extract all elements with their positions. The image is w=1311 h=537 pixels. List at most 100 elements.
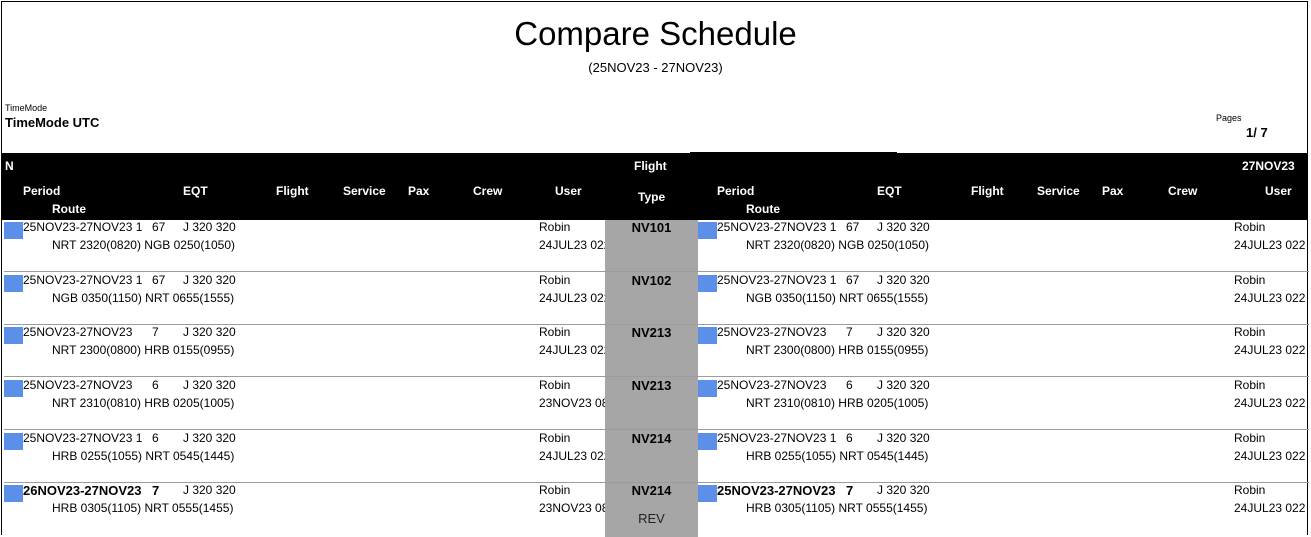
report-date-range: (25NOV23 - 27NOV23) [588,60,723,75]
flight-number: NV101 [631,220,672,235]
eqt-cell: J 320 320 [183,325,236,339]
route-cell: NGB 0350(1150) NRT 0655(1555) [52,291,235,305]
row-separator [4,376,1309,377]
header-route-left: Route [52,202,86,216]
header-crew-left: Crew [473,184,503,198]
user-cell: Robin [1234,325,1266,339]
flight-number: NV214 [631,483,672,498]
eqt-cell: J 320 320 [877,431,930,445]
eqt-cell: J 320 320 [183,273,236,287]
row-marker[interactable] [698,380,717,397]
header-period-right: Period [717,184,755,198]
eqt-cell: J 320 320 [183,431,236,445]
user-date-cell: 24JUL23 022 [539,343,605,357]
table-row[interactable]: 26NOV23-27NOV23 7 J 320 320 HRB 0305(110… [0,483,1311,536]
row-marker[interactable] [4,327,23,344]
row-separator [4,271,1309,272]
period-cell: 25NOV23-27NOV23 1 [23,220,143,234]
frequency-cell: 67 [846,273,860,287]
route-cell: HRB 0305(1105) NRT 0555(1455) [52,501,234,515]
period-cell: 26NOV23-27NOV23 [23,483,142,498]
route-cell: NRT 2300(0800) HRB 0155(0955) [746,343,929,357]
eqt-cell: J 320 320 [183,220,236,234]
user-cell: Robin [1234,378,1266,392]
user-cell: Robin [539,378,571,392]
table-row[interactable]: 25NOV23-27NOV23 1 6 J 320 320 HRB 0255(1… [0,431,1311,484]
period-cell: 25NOV23-27NOV23 [717,483,836,498]
eqt-cell: J 320 320 [877,483,930,497]
header-flight: Flight [634,159,667,173]
flight-number: NV102 [631,273,672,288]
header-route-right: Route [746,202,780,216]
user-cell: Robin [1234,431,1266,445]
period-cell: 25NOV23-27NOV23 [23,325,133,339]
user-date-cell: 24JUL23 022 [539,238,605,252]
header-pax-left: Pax [408,184,430,198]
header-period-left: Period [23,184,61,198]
eqt-cell: J 320 320 [183,483,236,497]
eqt-cell: J 320 320 [877,273,930,287]
frequency-cell: 7 [152,325,159,339]
row-marker[interactable] [4,275,23,292]
pages-label: Pages [1216,113,1242,123]
period-cell: 25NOV23-27NOV23 1 [717,273,837,287]
row-marker[interactable] [698,327,717,344]
header-flight-right: Flight [971,184,1004,198]
row-marker[interactable] [4,485,23,502]
user-date-cell: 24JUL23 022 [1234,501,1306,515]
frequency-cell: 6 [152,431,159,445]
timemode-caption: TimeMode [5,103,48,113]
route-cell: NRT 2310(0810) HRB 0205(1005) [52,396,235,410]
user-cell: Robin [539,483,571,497]
user-date-cell: 24JUL23 022 [1234,449,1306,463]
period-cell: 25NOV23-27NOV23 1 [717,220,837,234]
table-row[interactable]: 25NOV23-27NOV23 7 J 320 320 NRT 2300(080… [0,325,1311,378]
column-header-bar: N Flight 27NOV23 Type Period EQT Flight … [2,153,1308,220]
period-cell: 25NOV23-27NOV23 [717,378,827,392]
route-cell: HRB 0255(1055) NRT 0545(1445) [746,449,929,463]
row-marker[interactable] [4,433,23,450]
period-cell: 25NOV23-27NOV23 1 [23,273,143,287]
frequency-cell: 67 [846,220,860,234]
header-crew-right: Crew [1168,184,1198,198]
header-eqt-left: EQT [183,184,208,198]
frequency-cell: 6 [846,431,853,445]
header-pax-right: Pax [1102,184,1124,198]
row-marker[interactable] [698,485,717,502]
user-date-cell: 23NOV23 08 [539,501,605,515]
table-row[interactable]: 25NOV23-27NOV23 1 67 J 320 320 NRT 2320(… [0,220,1311,273]
user-date-cell: 24JUL23 022 [1234,238,1306,252]
user-cell: Robin [1234,220,1266,234]
route-cell: NRT 2300(0800) HRB 0155(0955) [52,343,235,357]
route-cell: NGB 0350(1150) NRT 0655(1555) [746,291,929,305]
header-eqt-right: EQT [877,184,902,198]
user-date-cell: 24JUL23 022 [1234,343,1306,357]
timemode-value: TimeMode UTC [5,115,100,130]
pages-value: 1/ 7 [1246,125,1268,140]
header-date: 27NOV23 [1242,159,1295,173]
row-marker[interactable] [4,380,23,397]
frequency-cell: 6 [846,378,853,392]
user-cell: Robin [1234,483,1266,497]
change-type: REV [638,511,665,526]
period-cell: 25NOV23-27NOV23 1 [23,431,143,445]
route-cell: NRT 2310(0810) HRB 0205(1005) [746,396,929,410]
row-marker[interactable] [698,222,717,239]
row-marker[interactable] [698,433,717,450]
route-cell: HRB 0305(1105) NRT 0555(1455) [746,501,928,515]
frequency-cell: 67 [152,273,166,287]
row-marker[interactable] [698,275,717,292]
user-cell: Robin [539,220,571,234]
table-row[interactable]: 25NOV23-27NOV23 1 67 J 320 320 NGB 0350(… [0,273,1311,326]
header-user-left: User [555,184,582,198]
table-row[interactable]: 25NOV23-27NOV23 6 J 320 320 NRT 2310(081… [0,378,1311,431]
route-cell: HRB 0255(1055) NRT 0545(1445) [52,449,235,463]
period-cell: 25NOV23-27NOV23 [717,325,827,339]
header-marker: N [5,159,14,173]
eqt-cell: J 320 320 [877,378,930,392]
route-cell: NRT 2320(0820) NGB 0250(1050) [52,238,235,252]
user-cell: Robin [539,325,571,339]
row-marker[interactable] [4,222,23,239]
report-title: Compare Schedule [514,15,797,52]
header-service-left: Service [343,184,386,198]
